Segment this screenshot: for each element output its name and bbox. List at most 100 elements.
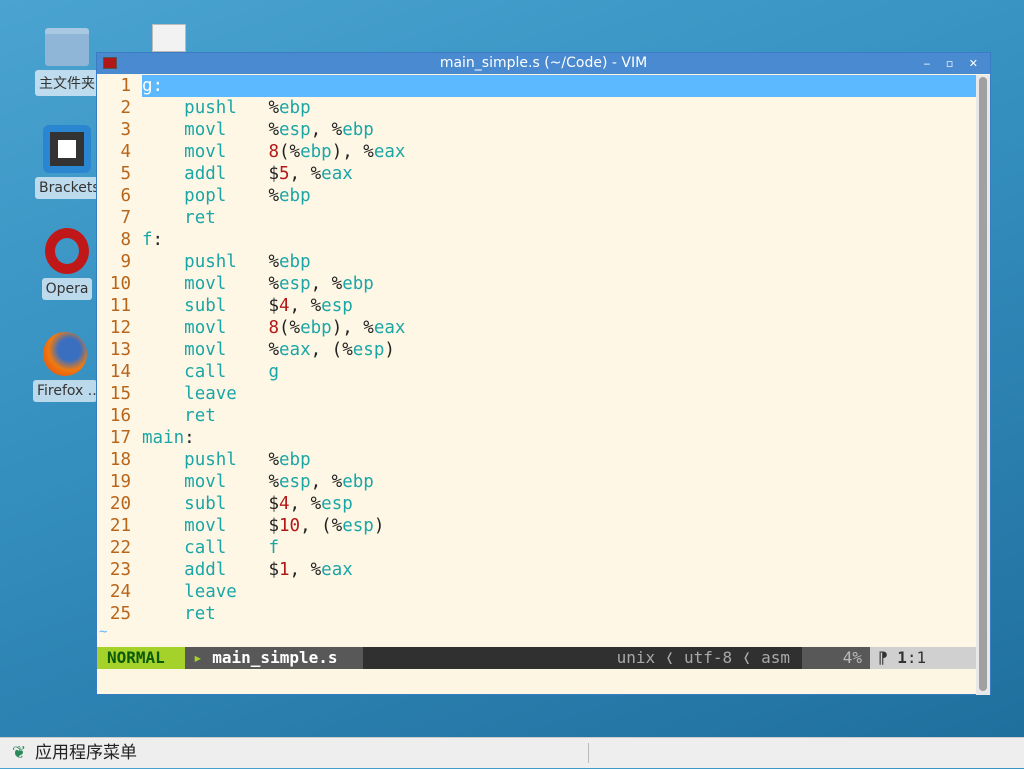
code-token-plain: , (% (310, 340, 353, 360)
vim-app-icon (103, 57, 117, 69)
code-token-plain: (% (279, 142, 301, 162)
code-token-plain: ) (384, 340, 395, 360)
code-text: pushl %ebp (142, 252, 310, 272)
code-line: 12 movl 8(%ebp), %eax (97, 317, 978, 339)
code-line: 2 pushl %ebp (97, 97, 978, 119)
line-number: 14 (109, 362, 131, 382)
line-number: 20 (109, 494, 131, 514)
code-token-op: movl (184, 120, 227, 140)
code-token-plain: , (% (300, 516, 343, 536)
code-token-reg: esp (321, 296, 353, 316)
line-number: 22 (109, 538, 131, 558)
line-number: 7 (120, 208, 131, 228)
scrollbar-thumb[interactable] (979, 77, 987, 691)
line-indicator-icon: ⁋ (878, 648, 898, 667)
status-column: 1 (916, 648, 927, 667)
opera-icon (45, 228, 89, 274)
application-menu-button[interactable]: 应用程序菜单 (35, 738, 137, 769)
line-number: 13 (109, 340, 131, 360)
desktop-icon-label: 主文件夹 (35, 70, 99, 96)
desktop-icon-opera[interactable]: Opera (35, 228, 99, 304)
code-token-op: leave (184, 582, 237, 602)
code-token-plain: ) (373, 516, 385, 536)
line-number: 6 (120, 186, 131, 206)
code-token-op: addl (184, 560, 227, 580)
scrollbar[interactable] (976, 75, 990, 695)
code-token-plain: , % (289, 164, 322, 184)
line-number: 11 (109, 296, 131, 316)
line-number: 12 (109, 318, 131, 338)
code-token-plain: % (226, 340, 279, 360)
code-token-reg: esp (279, 472, 311, 492)
app-menu-icon[interactable]: ❦ (12, 738, 26, 769)
code-token-num: 4 (279, 494, 290, 514)
code-token-op: leave (184, 384, 237, 404)
code-token-reg: ebp (342, 274, 374, 294)
line-number: 21 (109, 516, 131, 536)
desktop-icon-label: Opera (41, 278, 93, 300)
code-token-reg: eax (321, 164, 353, 184)
code-token-plain: $ (226, 164, 279, 184)
code-token-op: popl (184, 186, 227, 206)
code-token-plain: $ (226, 560, 279, 580)
code-token-reg: g (268, 362, 280, 382)
text-editor-icon[interactable] (152, 24, 186, 52)
status-percent: 4% (802, 647, 870, 669)
line-number: 3 (120, 120, 131, 140)
minimize-button[interactable]: ‒ (923, 57, 936, 70)
close-button[interactable]: ✕ (969, 57, 984, 70)
code-text: call f (142, 538, 279, 558)
maximize-button[interactable]: ▫ (946, 57, 959, 70)
desktop-icon-label: Brackets (35, 177, 99, 199)
code-line: 3 movl %esp, %ebp (97, 119, 978, 141)
code-token-op: ret (184, 208, 216, 228)
code-token-reg: ebp (279, 186, 311, 206)
code-token-plain: % (226, 186, 279, 206)
code-token-plain: , % (310, 274, 343, 294)
code-token-op: ret (184, 604, 216, 624)
line-number: 24 (109, 582, 131, 602)
code-text: leave (142, 384, 237, 404)
desktop-icon-firefox[interactable]: Firefox .. (30, 332, 100, 406)
code-token-num: 5 (279, 164, 290, 184)
editor-text-area[interactable]: 1 g: 2 pushl %ebp 3 movl %esp, %ebp 4 movl 8… (97, 75, 978, 645)
line-number: 17 (109, 428, 131, 448)
line-number: 19 (109, 472, 131, 492)
desktop-icon-home[interactable]: 主文件夹 (35, 28, 99, 100)
code-text: subl $4, %esp (142, 296, 353, 316)
line-number: 16 (109, 406, 131, 426)
code-token-plain: $ (226, 494, 279, 514)
code-token-num: 4 (279, 296, 290, 316)
code-text: addl $1, %eax (142, 560, 353, 580)
code-token-label: f (142, 230, 153, 250)
line-number: 1 (120, 76, 131, 96)
code-token-op: subl (184, 296, 227, 316)
code-token-plain: ), % (331, 318, 374, 338)
code-token-plain: % (226, 274, 279, 294)
line-number: 8 (120, 230, 131, 250)
code-text: movl %eax, (%esp) (142, 340, 395, 360)
code-text: g: (142, 75, 978, 97)
code-token-op: movl (184, 318, 227, 338)
home-folder-icon (45, 28, 89, 66)
desktop-icon-brackets[interactable]: Brackets (35, 125, 99, 203)
code-token-op: pushl (184, 98, 237, 118)
code-line: 11 subl $4, %esp (97, 295, 978, 317)
code-token-reg: esp (342, 516, 374, 536)
title-bar[interactable]: main_simple.s (~/Code) - VIM ‒ ▫ ✕ (97, 53, 990, 74)
line-number: 9 (120, 252, 131, 272)
